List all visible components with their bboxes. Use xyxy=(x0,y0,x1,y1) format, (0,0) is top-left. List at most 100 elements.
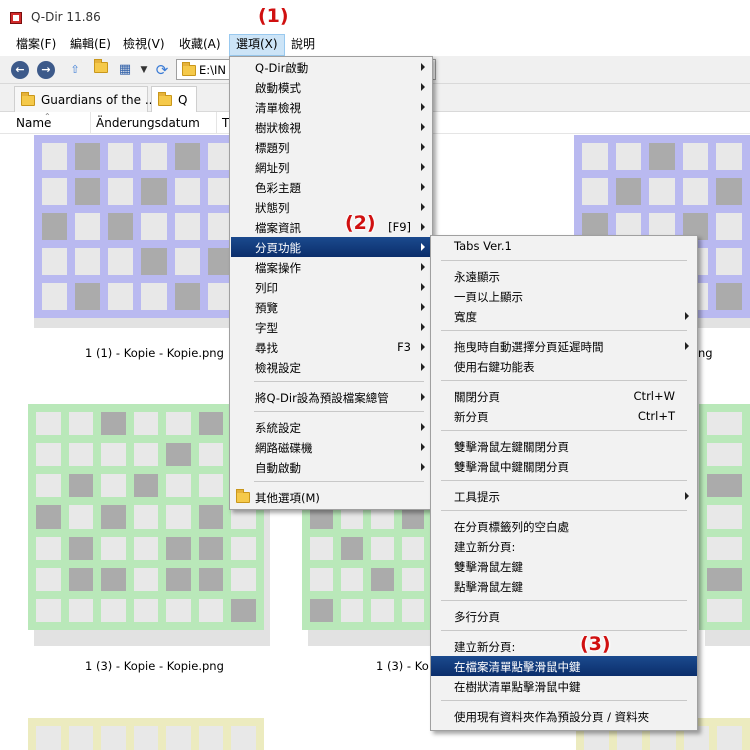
options-menu-item[interactable]: 自動啟動 xyxy=(231,457,431,477)
options-menu-item[interactable]: 樹狀檢視 xyxy=(231,117,431,137)
options-menu-item[interactable]: 字型 xyxy=(231,317,431,337)
thumbnail-cell xyxy=(707,443,742,467)
refresh-icon[interactable]: ⟳ xyxy=(153,61,171,79)
menu-item-label: 網址列 xyxy=(255,161,290,175)
thumbnail-cell xyxy=(340,536,363,560)
forward-icon[interactable]: → xyxy=(37,61,55,79)
thumbnail-cell xyxy=(174,213,200,240)
thumbnail-cell xyxy=(36,474,61,498)
options-menu-item[interactable]: 檢視設定 xyxy=(231,357,431,377)
options-menu-item[interactable]: 分頁功能 xyxy=(231,237,431,257)
menu-help[interactable]: 說明 xyxy=(285,34,321,56)
thumbnail-cell xyxy=(36,598,61,622)
menu-item-label: 在檔案清單點擊滑鼠中鍵 xyxy=(454,660,581,674)
tabs-submenu-item[interactable]: 在樹狀清單點擊滑鼠中鍵 xyxy=(431,676,697,696)
menu-file[interactable]: 檔案(F) xyxy=(10,34,62,56)
thumbnail-cell xyxy=(166,412,191,436)
tabs-submenu-item[interactable]: 雙擊滑鼠左鍵 xyxy=(431,556,697,576)
tabs-submenu-item[interactable]: 使用右鍵功能表 xyxy=(431,356,697,376)
menu-item-label: 分頁功能 xyxy=(255,241,301,255)
tabs-submenu-item[interactable]: 一頁以上顯示 xyxy=(431,286,697,306)
thumbnail-cell xyxy=(707,536,742,560)
submenu-arrow-icon xyxy=(421,263,425,271)
tabs-submenu-item[interactable]: 關閉分頁 Ctrl+W xyxy=(431,386,697,406)
options-menu-item[interactable]: 檔案資訊 [F9] xyxy=(231,217,431,237)
thumbnail-cell xyxy=(36,412,61,436)
options-menu-item[interactable]: Q-Dir啟動 xyxy=(231,57,431,77)
tab-q[interactable]: Q xyxy=(151,86,197,112)
options-menu-item[interactable]: 檔案操作 xyxy=(231,257,431,277)
column-modified[interactable]: Änderungsdatum xyxy=(96,116,200,130)
options-menu-item[interactable]: 網路磁碟機 xyxy=(231,437,431,457)
options-menu-item[interactable]: 狀態列 xyxy=(231,197,431,217)
thumbnail-cell xyxy=(133,567,159,591)
thumbnail-cell xyxy=(716,726,742,750)
menu-separator xyxy=(254,381,424,382)
options-menu-item[interactable]: 列印 xyxy=(231,277,431,297)
tabs-submenu-item[interactable]: 雙擊滑鼠中鍵關閉分頁 xyxy=(431,456,697,476)
thumbnail-cell xyxy=(42,143,68,170)
thumbnail-cell xyxy=(75,213,101,240)
submenu-arrow-icon xyxy=(421,423,425,431)
column-divider[interactable] xyxy=(216,112,217,134)
options-menu-item[interactable]: 其他選項(M) xyxy=(231,487,431,507)
options-menu-item[interactable]: 啟動模式 xyxy=(231,77,431,97)
tabs-submenu-item[interactable]: 新分頁 Ctrl+T xyxy=(431,406,697,426)
thumbnail-cell xyxy=(231,726,256,750)
thumbnail-cell xyxy=(36,726,61,750)
tab-guardians[interactable]: Guardians of the ... xyxy=(14,86,156,112)
menu-item-label: 關閉分頁 xyxy=(454,390,500,404)
tab-label: Q xyxy=(178,93,188,107)
options-menu-item[interactable]: 標題列 xyxy=(231,137,431,157)
options-menu-item[interactable]: 網址列 xyxy=(231,157,431,177)
options-menu-item[interactable]: 清單檢視 xyxy=(231,97,431,117)
file-caption[interactable]: ng xyxy=(698,346,713,360)
tabs-submenu-item[interactable]: 工具提示 xyxy=(431,486,697,506)
thumbnail-cell xyxy=(141,178,167,205)
menu-options[interactable]: 選項(X) xyxy=(229,34,285,56)
column-divider[interactable] xyxy=(90,112,91,134)
tabs-submenu-item[interactable]: 永遠顯示 xyxy=(431,266,697,286)
menu-item-label: 列印 xyxy=(255,281,278,295)
options-menu-item[interactable]: 將Q-Dir設為預設檔案總管 xyxy=(231,387,431,407)
tabs-submenu-item[interactable]: 在分頁標籤列的空白處 xyxy=(431,516,697,536)
app-icon xyxy=(10,12,22,24)
file-caption[interactable]: 1 (3) - Ko xyxy=(376,659,429,673)
options-menu-item[interactable]: 尋找 F3 xyxy=(231,337,431,357)
back-icon[interactable]: ← xyxy=(11,61,29,79)
view-mode-icon[interactable]: ▦ xyxy=(116,61,134,79)
thumbnail-cell xyxy=(75,178,101,205)
tabs-submenu-item[interactable]: 使用現有資料夾作為預設分頁 / 資料夾 xyxy=(431,706,697,726)
options-menu-item[interactable]: 預覽 xyxy=(231,297,431,317)
new-folder-icon[interactable] xyxy=(92,59,110,79)
thumbnail-cell xyxy=(401,567,424,591)
menu-view[interactable]: 檢視(V) xyxy=(117,34,171,56)
tabs-submenu-item[interactable]: 拖曳時自動選擇分頁延遲時間 xyxy=(431,336,697,356)
menu-item-label: 其他選項(M) xyxy=(255,491,320,505)
tabs-submenu-item[interactable]: 點擊滑鼠左鍵 xyxy=(431,576,697,596)
tabs-submenu-item[interactable]: 寬度 xyxy=(431,306,697,326)
thumbnail-cell xyxy=(707,567,742,591)
submenu-arrow-icon xyxy=(685,312,689,320)
column-name[interactable]: Name xyxy=(16,116,51,130)
tabs-submenu-item[interactable]: 在檔案清單點擊滑鼠中鍵 xyxy=(431,656,697,676)
menu-edit[interactable]: 編輯(E) xyxy=(64,34,117,56)
tabs-submenu-item[interactable]: Tabs Ver.1 xyxy=(431,236,697,256)
options-menu-item[interactable]: 色彩主題 xyxy=(231,177,431,197)
file-caption[interactable]: 1 (1) - Kopie - Kopie.png xyxy=(85,346,224,360)
tabs-submenu-item[interactable]: 多行分頁 xyxy=(431,606,697,626)
file-caption[interactable]: 1 (3) - Kopie - Kopie.png xyxy=(85,659,224,673)
tabs-submenu-item[interactable]: 建立新分頁: xyxy=(431,636,697,656)
thumbnail-cell xyxy=(716,178,742,205)
tabs-submenu-item[interactable]: 雙擊滑鼠左鍵關閉分頁 xyxy=(431,436,697,456)
thumbnail-cell xyxy=(101,726,126,750)
chevron-down-icon[interactable]: ▼ xyxy=(139,61,149,79)
thumbnail-cell xyxy=(68,726,94,750)
submenu-arrow-icon xyxy=(421,443,425,451)
thumbnail-cell xyxy=(101,505,126,529)
menu-favorites[interactable]: 收藏(A) xyxy=(173,34,227,56)
options-menu-item[interactable]: 系統設定 xyxy=(231,417,431,437)
tabs-submenu-item[interactable]: 建立新分頁: xyxy=(431,536,697,556)
thumbnail-cell xyxy=(707,474,742,498)
up-folder-icon[interactable]: ⇧ xyxy=(66,61,84,79)
